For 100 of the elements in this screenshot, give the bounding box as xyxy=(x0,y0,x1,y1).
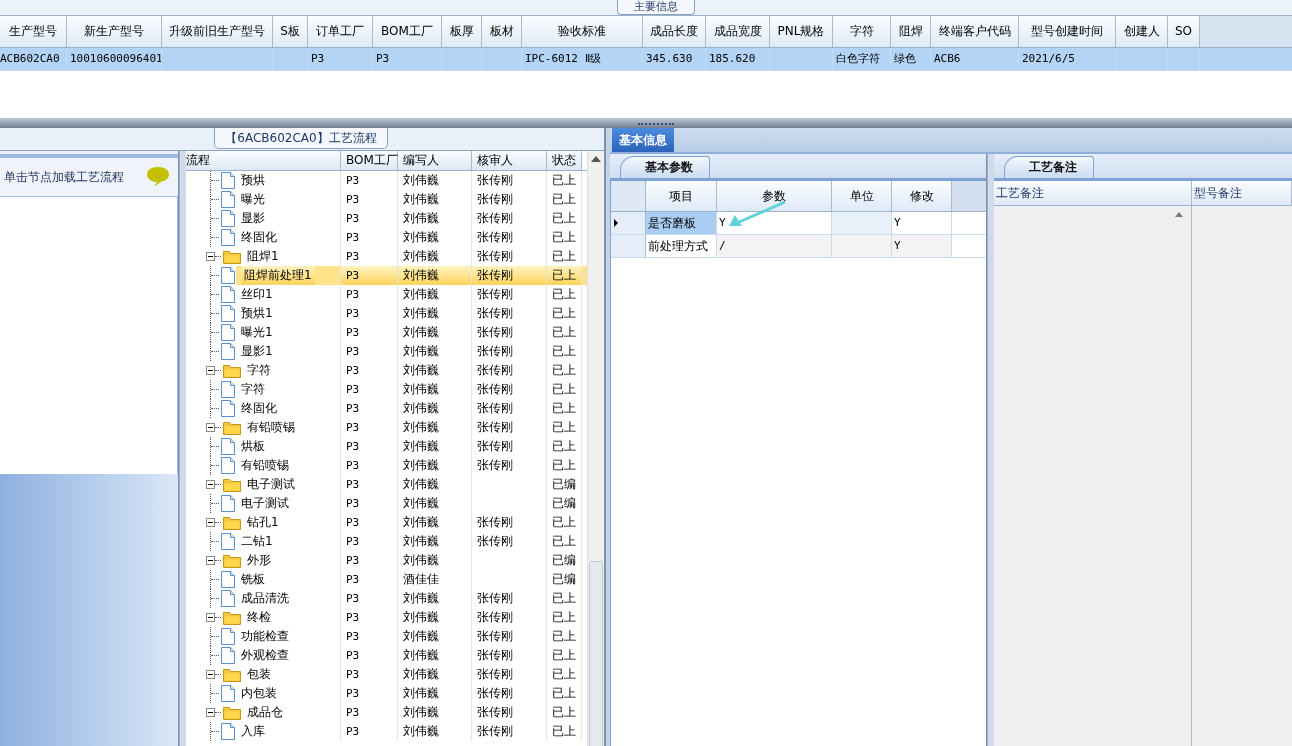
tree-row[interactable]: 外观检查 P3 刘伟巍 张传刚 已上 xyxy=(186,646,587,665)
tree-row[interactable]: 有铅喷锡 P3 刘伟巍 张传刚 已上 xyxy=(186,418,587,437)
collapse-icon[interactable] xyxy=(206,480,215,489)
tree-row[interactable]: 曝光1 P3 刘伟巍 张传刚 已上 xyxy=(186,323,587,342)
tree-row[interactable]: 铣板 P3 酒佳佳 已编 xyxy=(186,570,587,589)
tree-row[interactable]: 丝印1 P3 刘伟巍 张传刚 已上 xyxy=(186,285,587,304)
table-cell: 刘伟巍 xyxy=(403,344,439,358)
table-cell: P3 xyxy=(346,592,360,605)
table-cell[interactable]: 前处理方式 xyxy=(646,235,717,257)
column-header[interactable]: 升级前旧生产型号 xyxy=(162,16,273,47)
column-header[interactable]: 型号创建时间 xyxy=(1019,16,1116,47)
column-header[interactable]: 核审人 xyxy=(472,151,547,170)
tree-row[interactable]: 功能检查 P3 刘伟巍 张传刚 已上 xyxy=(186,627,587,646)
table-cell: 张传刚 xyxy=(477,667,513,681)
tree-row[interactable]: 字符 P3 刘伟巍 张传刚 已上 xyxy=(186,361,587,380)
column-header[interactable]: 终端客户代码 xyxy=(931,16,1019,47)
column-header[interactable]: 成品宽度 xyxy=(706,16,770,47)
tab[interactable]: 基本参数 xyxy=(620,156,710,178)
splitter[interactable] xyxy=(0,118,1292,128)
tree-row[interactable]: 曝光 P3 刘伟巍 张传刚 已上 xyxy=(186,190,587,209)
tree-row[interactable]: 终固化 P3 刘伟巍 张传刚 已上 xyxy=(186,228,587,247)
table-cell[interactable]: / xyxy=(717,235,832,257)
table-cell[interactable]: 是否磨板 xyxy=(646,212,717,234)
document-icon xyxy=(221,286,235,303)
scroll-thumb[interactable] xyxy=(589,561,603,746)
table-cell: 刘伟巍 xyxy=(403,667,439,681)
collapse-icon[interactable] xyxy=(206,708,215,717)
table-cell: P3 xyxy=(346,440,360,453)
column-header[interactable]: 编写人 xyxy=(398,151,472,170)
tree-row[interactable]: 预烘 P3 刘伟巍 张传刚 已上 xyxy=(186,171,587,190)
column-header[interactable]: 流程 xyxy=(186,151,341,170)
column-header[interactable]: 状态 xyxy=(547,151,582,170)
table-cell: 已上 xyxy=(552,667,576,681)
column-header[interactable]: BOM工厂 xyxy=(341,151,398,170)
column-header[interactable]: SO xyxy=(1168,16,1200,47)
folder-icon xyxy=(223,477,241,492)
tree-row[interactable]: 包装 P3 刘伟巍 张传刚 已上 xyxy=(186,665,587,684)
column-header[interactable]: 订单工厂 xyxy=(308,16,373,47)
collapse-icon[interactable] xyxy=(206,423,215,432)
table-cell: 刘伟巍 xyxy=(403,401,439,415)
table-cell: P3 xyxy=(346,364,360,377)
scrollbar[interactable] xyxy=(587,151,604,746)
tree-row[interactable]: 外形 P3 刘伟巍 已编 xyxy=(186,551,587,570)
table-cell: P3 xyxy=(346,725,360,738)
column-header[interactable]: 修改 xyxy=(892,181,952,211)
tree-row[interactable]: 终检 P3 刘伟巍 张传刚 已上 xyxy=(186,608,587,627)
column-header[interactable]: 型号备注 xyxy=(1192,181,1292,205)
column-header[interactable]: 创建人 xyxy=(1116,16,1168,47)
collapse-icon[interactable] xyxy=(206,556,215,565)
tree-row[interactable]: 烘板 P3 刘伟巍 张传刚 已上 xyxy=(186,437,587,456)
column-header[interactable]: 工艺备注 xyxy=(994,181,1192,205)
scroll-up-icon[interactable] xyxy=(1175,212,1183,217)
column-header[interactable]: PNL规格 xyxy=(770,16,833,47)
collapse-icon[interactable] xyxy=(206,366,215,375)
tree-row[interactable]: 钻孔1 P3 刘伟巍 张传刚 已上 xyxy=(186,513,587,532)
column-header[interactable]: 阻焊 xyxy=(891,16,931,47)
table-cell: 已编 xyxy=(552,496,576,510)
column-header[interactable]: 成品长度 xyxy=(643,16,706,47)
collapse-icon[interactable] xyxy=(206,670,215,679)
column-header[interactable]: 新生产型号 xyxy=(67,16,162,47)
column-header[interactable]: 生产型号 xyxy=(0,16,67,47)
tree-row[interactable]: 终固化 P3 刘伟巍 张传刚 已上 xyxy=(186,399,587,418)
tree-node-label: 电子测试 xyxy=(247,476,295,493)
tab[interactable]: 工艺备注 xyxy=(1004,156,1094,178)
column-header[interactable]: 字符 xyxy=(833,16,891,47)
row-header[interactable] xyxy=(611,212,646,234)
collapse-icon[interactable] xyxy=(206,252,215,261)
document-icon xyxy=(221,571,235,588)
tree-row[interactable]: 电子测试 P3 刘伟巍 已编 xyxy=(186,494,587,513)
table-cell: 张传刚 xyxy=(477,458,513,472)
column-header[interactable]: 验收标准 xyxy=(522,16,643,47)
tree-row[interactable]: 字符 P3 刘伟巍 张传刚 已上 xyxy=(186,380,587,399)
document-icon xyxy=(221,495,235,512)
tree-node-label: 钻孔1 xyxy=(247,514,279,531)
tree-row[interactable]: 内包装 P3 刘伟巍 张传刚 已上 xyxy=(186,684,587,703)
column-header[interactable]: 参数 xyxy=(717,181,832,211)
tree-row[interactable]: 入库 P3 刘伟巍 张传刚 已上 xyxy=(186,722,587,741)
tree-row[interactable]: 显影 P3 刘伟巍 张传刚 已上 xyxy=(186,209,587,228)
table-cell: 张传刚 xyxy=(477,344,513,358)
column-header[interactable]: 板材 xyxy=(482,16,522,47)
tree-row[interactable]: 成品清洗 P3 刘伟巍 张传刚 已上 xyxy=(186,589,587,608)
tree-row[interactable]: 有铅喷锡 P3 刘伟巍 张传刚 已上 xyxy=(186,456,587,475)
collapse-icon[interactable] xyxy=(206,613,215,622)
column-header[interactable]: 板厚 xyxy=(442,16,482,47)
column-header[interactable]: 单位 xyxy=(832,181,892,211)
table-cell[interactable]: Y xyxy=(717,212,832,234)
collapse-icon[interactable] xyxy=(206,518,215,527)
table-cell: P3 xyxy=(346,174,360,187)
tree-row[interactable]: 二钻1 P3 刘伟巍 张传刚 已上 xyxy=(186,532,587,551)
tree-row[interactable]: 预烘1 P3 刘伟巍 张传刚 已上 xyxy=(186,304,587,323)
table-cell: 张传刚 xyxy=(477,287,513,301)
tab[interactable]: 基本信息 xyxy=(612,128,674,152)
table-cell: 已上 xyxy=(552,724,576,738)
tree-row[interactable]: 显影1 P3 刘伟巍 张传刚 已上 xyxy=(186,342,587,361)
tree-row[interactable]: 成品仓 P3 刘伟巍 张传刚 已上 xyxy=(186,703,587,722)
column-header[interactable]: 项目 xyxy=(646,181,717,211)
column-header[interactable]: S板 xyxy=(273,16,308,47)
column-header[interactable]: BOM工厂 xyxy=(373,16,442,47)
tree-row[interactable]: 电子测试 P3 刘伟巍 已编 xyxy=(186,475,587,494)
table-cell: 张传刚 xyxy=(477,192,513,206)
